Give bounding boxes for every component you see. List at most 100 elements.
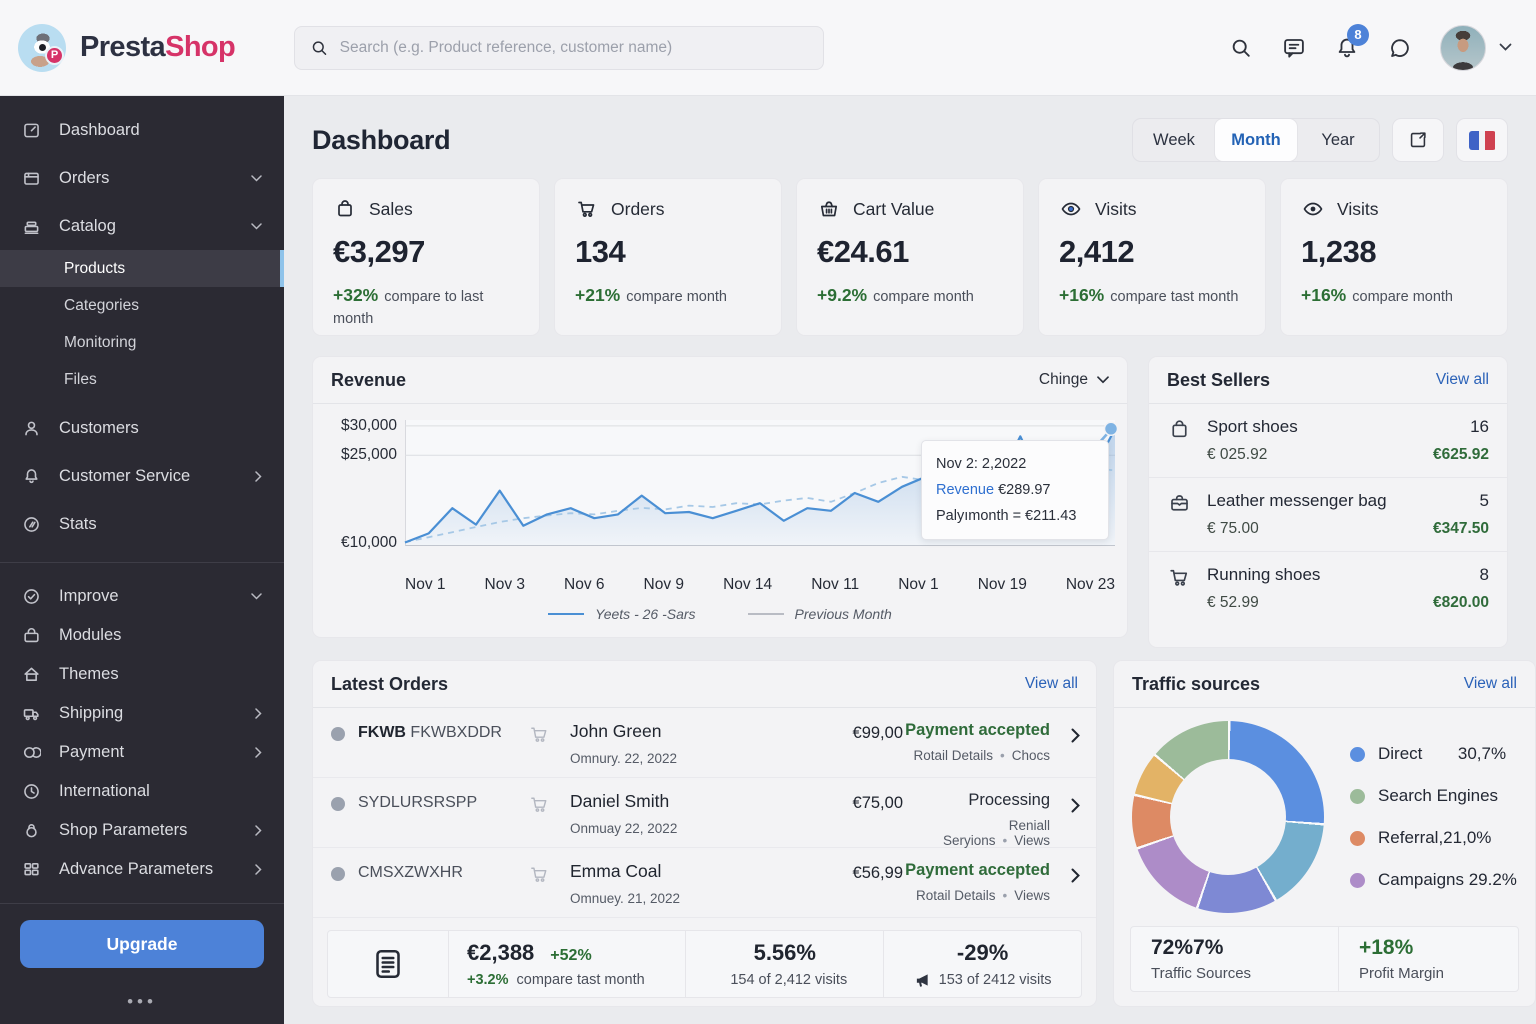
legend-label: Search Engines xyxy=(1378,786,1499,805)
chat-icon[interactable] xyxy=(1387,35,1413,61)
cart-icon xyxy=(578,201,595,217)
kpi-note: compare month xyxy=(873,289,974,305)
modules-icon xyxy=(22,626,42,645)
chevron-right-icon[interactable] xyxy=(1071,868,1080,883)
revenue-panel: Revenue Chinge $30,000 $25,000 €10,000 N… xyxy=(312,356,1128,638)
sidebar-item-dashboard[interactable]: Dashboard xyxy=(0,106,284,154)
latest-orders-view-all-link[interactable]: View all xyxy=(1025,675,1078,693)
sidebar-item-label: Orders xyxy=(59,168,110,187)
order-row[interactable]: SYDLURSRSPP Daniel Smith Onmuay 22, 2022 … xyxy=(313,778,1096,848)
traffic-title: Traffic sources xyxy=(1132,673,1261,694)
sidebar-item-advance-parameters[interactable]: Advance Parameters xyxy=(0,850,284,889)
sidebar-subitem-files[interactable]: Files xyxy=(0,361,284,398)
mascot-eye xyxy=(39,43,46,51)
tooltip-revenue-label: Revenue xyxy=(936,482,995,499)
x-axis-tick: Nov 19 xyxy=(977,576,1027,593)
sidebar-item-improve[interactable]: Improve xyxy=(0,577,284,616)
kpi-card-sales: Sales €3,297 +32% compare to last month xyxy=(312,178,540,336)
sidebar-item-customer-service[interactable]: Customer Service xyxy=(0,452,284,500)
chevron-down-icon xyxy=(1097,376,1109,384)
best-seller-row[interactable]: Running shoes € 52.99 8 €820.00 xyxy=(1149,552,1507,625)
kpi-card-cart-value: Cart Value €24.61 +9.2% compare month xyxy=(796,178,1024,336)
sidebar-divider xyxy=(0,562,284,563)
order-row[interactable]: FKWB FKWBXDDR John Green Omnury. 22, 2022… xyxy=(313,708,1096,778)
order-link[interactable]: Views xyxy=(1014,888,1050,903)
separator: • xyxy=(1000,748,1005,763)
kpi-value: €3,297 xyxy=(333,234,425,269)
order-reference: CMSXZWXHR xyxy=(358,864,463,881)
sidebar-item-label: Categories xyxy=(64,296,139,314)
legend-label: Referral,21,0% xyxy=(1378,828,1492,847)
traffic-legend: Direct 30,7% Search Engines Referral,21,… xyxy=(1350,744,1517,890)
sidebar-subitem-categories[interactable]: Categories xyxy=(0,287,284,324)
order-link[interactable]: Chocs xyxy=(1012,748,1050,763)
legend-line-current xyxy=(548,613,585,615)
tab-week[interactable]: Week xyxy=(1133,119,1215,161)
sidebar-more-dots[interactable]: ••• xyxy=(0,992,284,1012)
product-qty: 8 xyxy=(1479,565,1489,584)
logo-shop: Shop xyxy=(165,31,236,63)
best-sellers-view-all-link[interactable]: View all xyxy=(1436,371,1489,389)
sidebar-item-stats[interactable]: Stats xyxy=(0,500,284,548)
legend-label: Campaigns 29.2% xyxy=(1378,870,1517,889)
app-logo[interactable]: P PrestaShop xyxy=(0,23,284,72)
sidebar-item-label: Themes xyxy=(59,665,119,683)
language-flag-button[interactable] xyxy=(1456,118,1508,162)
sidebar-subitem-monitoring[interactable]: Monitoring xyxy=(0,324,284,361)
legend-label: Direct xyxy=(1378,744,1423,763)
page-title: Dashboard xyxy=(312,124,451,155)
sidebar-item-modules[interactable]: Modules xyxy=(0,616,284,655)
sidebar-item-shop-parameters[interactable]: Shop Parameters xyxy=(0,811,284,850)
sidebar-item-payment[interactable]: Payment xyxy=(0,733,284,772)
upgrade-button[interactable]: Upgrade xyxy=(20,920,264,968)
chevron-right-icon[interactable] xyxy=(1071,728,1080,743)
chevron-right-icon[interactable] xyxy=(1071,798,1080,813)
quick-search-icon[interactable] xyxy=(1228,35,1254,61)
user-avatar[interactable] xyxy=(1440,24,1486,71)
sidebar-item-international[interactable]: International xyxy=(0,772,284,811)
sidebar-item-catalog[interactable]: Catalog xyxy=(0,202,284,250)
sidebar-item-customers[interactable]: Customers xyxy=(0,404,284,452)
conversion-stat-cell: 5.56% 154 of 2,412 visits xyxy=(685,931,883,997)
best-seller-row[interactable]: Leather messenger bag € 75.00 5 €347.50 xyxy=(1149,478,1507,552)
kpi-delta: +21% xyxy=(575,285,621,305)
latest-orders-title: Latest Orders xyxy=(331,673,449,694)
tooltip-revenue-value: €289.97 xyxy=(998,482,1051,499)
best-seller-row[interactable]: Sport shoes € 025.92 16 €625.92 xyxy=(1149,404,1507,478)
sidebar-item-shipping[interactable]: Shipping xyxy=(0,694,284,733)
global-search[interactable] xyxy=(294,25,824,70)
search-input[interactable] xyxy=(339,38,809,57)
stat-delta: +52% xyxy=(550,947,592,964)
traffic-view-all-link[interactable]: View all xyxy=(1464,675,1517,693)
notifications-bell-icon[interactable]: 8 xyxy=(1334,23,1369,61)
revenue-panel-header: Revenue Chinge xyxy=(313,357,1127,404)
kpi-value: 2,412 xyxy=(1059,234,1135,269)
sidebar-subitem-products[interactable]: Products xyxy=(0,250,284,287)
revenue-range-dropdown[interactable]: Chinge xyxy=(1039,371,1109,389)
product-price: € 75.00 xyxy=(1207,520,1259,537)
sidebar-item-themes[interactable]: Themes xyxy=(0,655,284,694)
sidebar-item-label: International xyxy=(59,782,150,800)
best-sellers-header: Best Sellers View all xyxy=(1149,357,1507,404)
sidebar-item-orders[interactable]: Orders xyxy=(0,154,284,202)
chart-legend: Yeets - 26 -Sars Previous Month xyxy=(313,606,1127,622)
kpi-delta: +32% xyxy=(333,285,379,305)
export-button[interactable] xyxy=(1392,118,1444,162)
order-row[interactable]: CMSXZWXHR Emma Coal Omnuey. 21, 2022 €56,… xyxy=(313,848,1096,918)
chevron-down-icon[interactable] xyxy=(1499,43,1512,52)
messages-icon[interactable] xyxy=(1281,35,1307,61)
stat-sub-delta: +3.2% xyxy=(467,972,509,988)
order-link[interactable]: Rotail Details xyxy=(916,888,996,903)
legend-dot xyxy=(1350,788,1365,804)
traffic-sources-stat: 72%7% Traffic Sources xyxy=(1131,927,1338,991)
separator: • xyxy=(1002,888,1008,903)
notification-badge: 8 xyxy=(1347,23,1369,46)
export-icon xyxy=(1410,132,1426,148)
order-link[interactable]: Views xyxy=(1014,833,1050,848)
tab-month[interactable]: Month xyxy=(1215,119,1297,161)
tab-year[interactable]: Year xyxy=(1297,119,1379,161)
legend-item-direct: Direct 30,7% xyxy=(1350,744,1517,764)
order-date: Omnury. 22, 2022 xyxy=(570,751,678,766)
kpi-value: 1,238 xyxy=(1301,234,1377,269)
order-link[interactable]: Rotail Details xyxy=(913,748,993,763)
